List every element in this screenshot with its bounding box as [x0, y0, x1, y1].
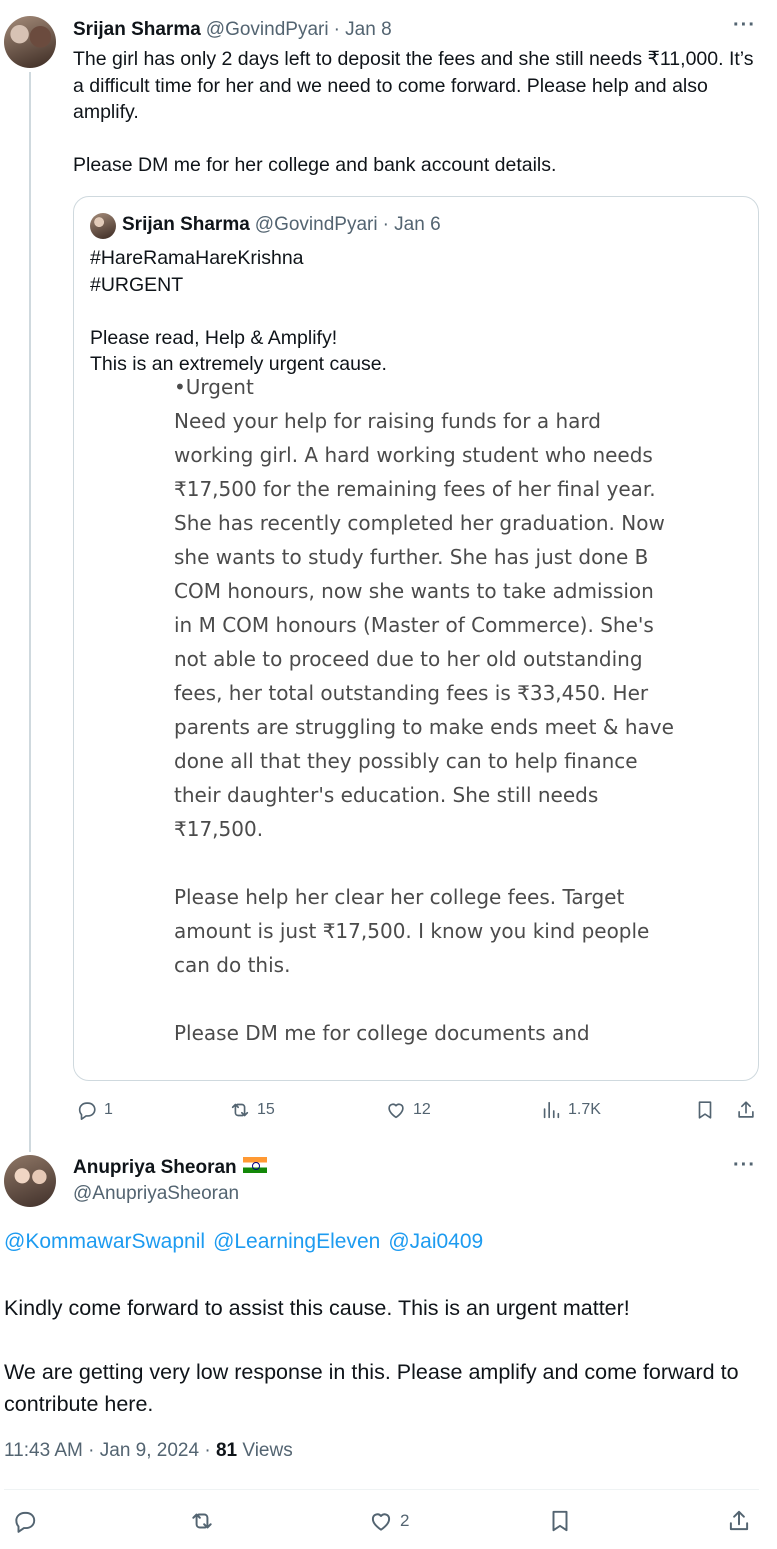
- india-flag-icon: [242, 1157, 267, 1173]
- image-text-paragraph: Please DM me for college documents and: [174, 1021, 590, 1045]
- share-icon: [729, 1510, 749, 1531]
- tweet-handle-row: @AnupriyaSheoran: [73, 1183, 239, 1205]
- repost-button[interactable]: [189, 1508, 215, 1534]
- views-count: 81: [215, 1440, 238, 1461]
- quoted-tweet-header: Srijan Sharma @GovindPyari · Jan 6: [122, 214, 441, 236]
- timestamp-row: 11:43 AM · Jan 9, 2024 · 81 Views: [4, 1440, 293, 1462]
- author-name[interactable]: Srijan Sharma: [73, 19, 201, 41]
- repost-button[interactable]: 15: [229, 1099, 275, 1121]
- reply-button[interactable]: [12, 1508, 38, 1534]
- tweet-date[interactable]: · Jan 8: [334, 19, 392, 41]
- image-text-paragraph: Please help her clear her college fees. …: [174, 885, 650, 977]
- repost-icon: [192, 1513, 212, 1529]
- like-button[interactable]: 12: [385, 1099, 431, 1121]
- mention-link[interactable]: @KommawarSwapnil: [4, 1230, 205, 1253]
- views-label: Views: [237, 1440, 293, 1461]
- bookmark-button[interactable]: [694, 1099, 716, 1121]
- image-text-top: •Urgent: [174, 375, 254, 399]
- author-handle[interactable]: @GovindPyari: [206, 19, 329, 41]
- mention-link[interactable]: @LearningEleven: [213, 1230, 380, 1253]
- tweet-text: The girl has only 2 days left to deposit…: [73, 48, 754, 176]
- heart-icon: [371, 1513, 391, 1531]
- tweet-header: Srijan Sharma @GovindPyari · Jan 8: [73, 19, 392, 41]
- analytics-icon: [543, 1101, 560, 1119]
- bookmark-icon: [698, 1101, 712, 1119]
- mention-link[interactable]: @Jai0409: [388, 1230, 483, 1253]
- mentions: @KommawarSwapnil @LearningEleven @Jai0409: [4, 1230, 491, 1254]
- heart-icon: [388, 1103, 404, 1119]
- share-button[interactable]: [735, 1099, 757, 1121]
- timestamp[interactable]: 11:43 AM · Jan 9, 2024 ·: [4, 1440, 216, 1461]
- more-options-icon[interactable]: ···: [733, 1154, 756, 1177]
- tweet-date: · Jan 6: [382, 214, 441, 235]
- repost-icon: [231, 1103, 249, 1117]
- tweet-header: Anupriya Sheoran: [73, 1157, 267, 1179]
- avatar: [90, 213, 116, 239]
- avatar[interactable]: [4, 16, 56, 68]
- author-handle: @GovindPyari: [254, 214, 378, 235]
- image-text-paragraph: Need your help for raising funds for a h…: [174, 409, 674, 841]
- like-count: 2: [400, 1511, 410, 1530]
- divider: [4, 1489, 759, 1490]
- quoted-tweet[interactable]: Srijan Sharma @GovindPyari · Jan 6 #Hare…: [73, 196, 759, 1081]
- bookmark-button[interactable]: [547, 1508, 573, 1534]
- author-name: Srijan Sharma: [122, 214, 250, 235]
- bookmark-icon: [552, 1510, 568, 1532]
- author-handle[interactable]: @AnupriyaSheoran: [73, 1183, 239, 1205]
- reply-icon: [15, 1511, 36, 1533]
- share-icon: [738, 1101, 754, 1118]
- like-button[interactable]: 2: [368, 1508, 409, 1534]
- reply-count: 1: [104, 1101, 113, 1118]
- repost-count: 15: [257, 1101, 275, 1118]
- avatar[interactable]: [4, 1155, 56, 1207]
- reply-icon: [78, 1102, 96, 1120]
- views-button[interactable]: 1.7K: [540, 1099, 601, 1121]
- reply-button[interactable]: 1: [76, 1099, 113, 1121]
- views-count: 1.7K: [568, 1101, 601, 1118]
- thread-line: [29, 72, 31, 1152]
- author-name[interactable]: Anupriya Sheoran: [73, 1157, 237, 1179]
- like-count: 12: [413, 1101, 431, 1118]
- tweet-paragraph: Kindly come forward to assist this cause…: [4, 1296, 630, 1320]
- quoted-tweet-image[interactable]: •Urgent Need your help for raising funds…: [174, 375, 674, 1080]
- more-options-icon[interactable]: ···: [733, 14, 756, 37]
- quoted-tweet-text: #HareRamaHareKrishna #URGENT Please read…: [90, 247, 387, 375]
- share-button[interactable]: [726, 1508, 752, 1534]
- tweet-paragraph: We are getting very low response in this…: [4, 1360, 739, 1416]
